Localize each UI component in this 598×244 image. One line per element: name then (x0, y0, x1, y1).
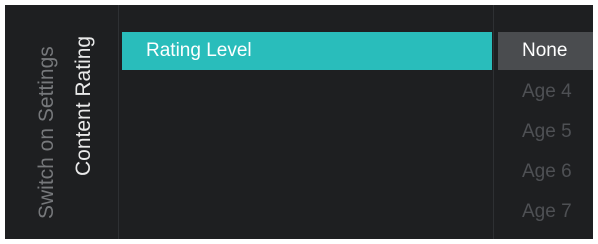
option-none[interactable]: None (498, 32, 593, 70)
settings-menu: Rating Level (122, 32, 492, 70)
column-divider (118, 5, 119, 239)
breadcrumb-parent[interactable]: Switch on Settings (35, 46, 59, 219)
column-divider (493, 5, 494, 239)
menu-item-rating-level[interactable]: Rating Level (122, 32, 492, 70)
option-age-7[interactable]: Age 7 (498, 192, 593, 232)
rating-options-list: None Age 4 Age 5 Age 6 Age 7 (498, 32, 593, 232)
option-age-6[interactable]: Age 6 (498, 152, 593, 192)
breadcrumb-current: Content Rating (72, 35, 95, 176)
option-age-5[interactable]: Age 5 (498, 112, 593, 152)
breadcrumb: Switch on Settings Content Rating (5, 5, 117, 239)
tv-settings-screen: Switch on Settings Content Rating Rating… (5, 5, 593, 239)
option-age-4[interactable]: Age 4 (498, 72, 593, 112)
